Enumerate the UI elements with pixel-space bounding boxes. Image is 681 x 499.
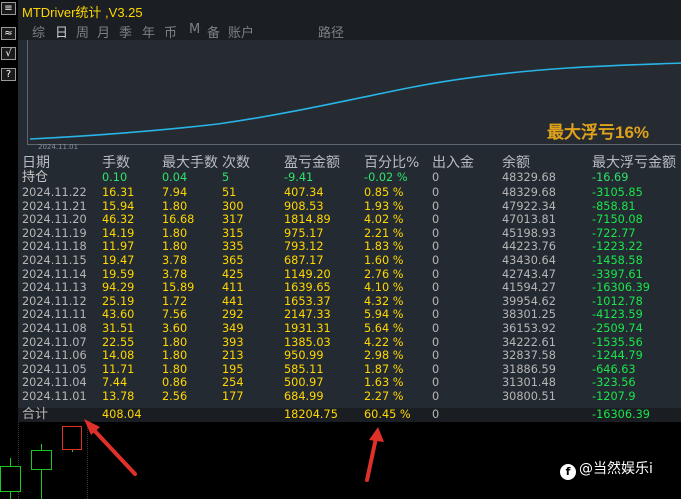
annotation-arrows [84, 419, 384, 482]
watermark: f @当然娱乐i [560, 458, 653, 480]
arrow-lots [90, 426, 137, 476]
arrow-pct [365, 436, 378, 482]
watermark-text: @当然娱乐i [579, 461, 653, 477]
arrow-head-pct [369, 427, 384, 442]
platform-logo-icon: f [560, 464, 576, 480]
